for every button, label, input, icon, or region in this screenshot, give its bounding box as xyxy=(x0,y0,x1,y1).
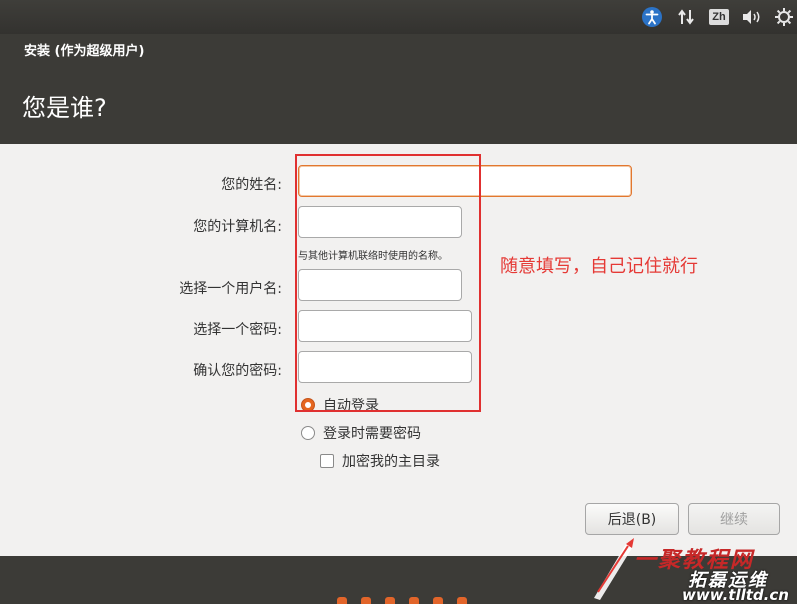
computer-name-label: 您的计算机名: xyxy=(193,219,282,235)
volume-icon[interactable] xyxy=(741,6,763,28)
installer-header: 安装 (作为超级用户) 您是谁? xyxy=(0,34,797,144)
encrypt-home-label: 加密我的主目录 xyxy=(342,454,440,470)
require-password-radio[interactable] xyxy=(301,426,315,440)
annotation-highlight-box xyxy=(295,154,481,412)
user-setup-form: 您的姓名: 您的计算机名: 与其他计算机联络时使用的名称。 选择一个用户名: 选… xyxy=(0,144,797,556)
progress-dot xyxy=(385,597,395,604)
require-password-label: 登录时需要密码 xyxy=(323,426,421,442)
progress-dot xyxy=(337,597,347,604)
password-label: 选择一个密码: xyxy=(193,322,282,338)
confirm-password-label: 确认您的密码: xyxy=(193,363,282,379)
watermark-url: www.tlltd.cn xyxy=(682,586,789,604)
username-label: 选择一个用户名: xyxy=(179,281,282,297)
keyboard-layout-label: Zh xyxy=(709,9,729,25)
window-title: 安装 (作为超级用户) xyxy=(24,44,145,59)
progress-dot xyxy=(409,597,419,604)
top-panel: Zh xyxy=(0,0,797,34)
progress-dot xyxy=(457,597,467,604)
progress-dot xyxy=(361,597,371,604)
network-icon[interactable] xyxy=(675,6,697,28)
keyboard-layout-icon[interactable]: Zh xyxy=(708,6,730,28)
encrypt-home-checkbox[interactable] xyxy=(320,454,334,468)
accessibility-icon[interactable] xyxy=(641,6,663,28)
pen-logo-icon xyxy=(594,538,634,600)
annotation-note: 随意填写，自己记住就行 xyxy=(500,256,698,277)
name-label: 您的姓名: xyxy=(221,177,282,193)
progress-dot xyxy=(433,597,443,604)
page-title: 您是谁? xyxy=(22,94,107,122)
require-password-option[interactable]: 登录时需要密码 xyxy=(301,423,421,443)
power-gear-icon[interactable] xyxy=(773,6,795,28)
encrypt-home-option[interactable]: 加密我的主目录 xyxy=(320,451,440,471)
watermark: 一聚教程网 拓磊运维 www.tlltd.cn xyxy=(588,528,797,604)
